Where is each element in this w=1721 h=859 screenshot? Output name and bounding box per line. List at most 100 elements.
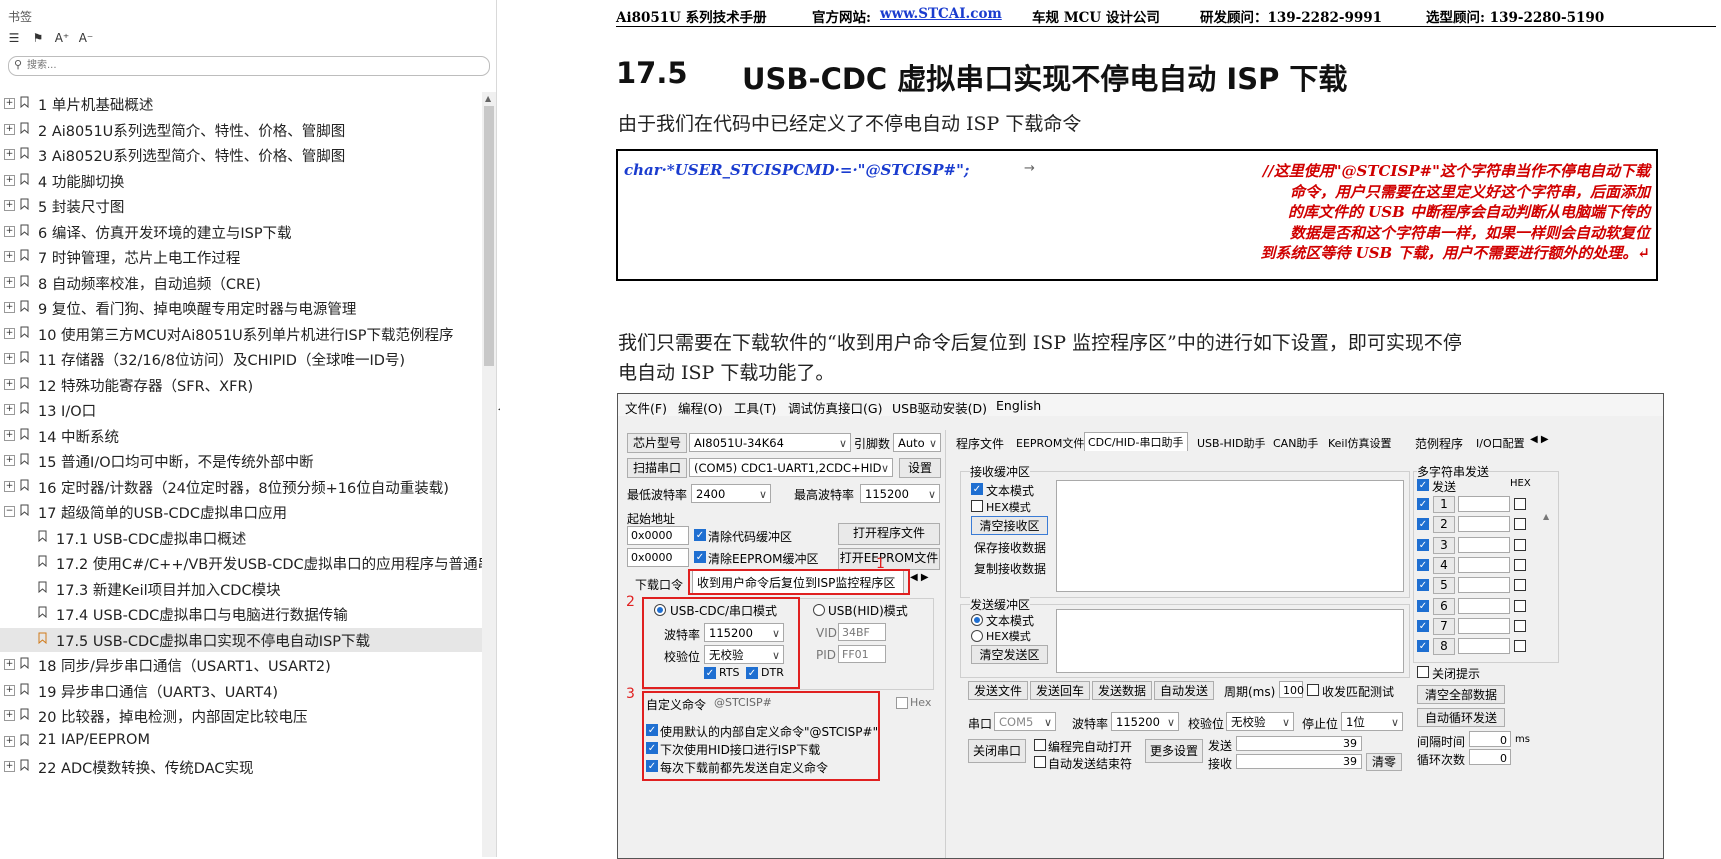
- port-select[interactable]: (COM5) CDC1-UART1,2CDC+HID ∨: [689, 458, 893, 477]
- send-hex-mode-radio[interactable]: [971, 630, 983, 642]
- tab-keil-debug[interactable]: Keil仿真设置: [1328, 435, 1392, 451]
- settings-button[interactable]: 设置: [899, 458, 941, 478]
- bookmark-item[interactable]: +4 功能脚切换: [0, 169, 482, 193]
- expand-icon[interactable]: +: [4, 276, 15, 288]
- copy-receive-button[interactable]: 复制接收数据: [974, 560, 1046, 577]
- receive-textarea[interactable]: [1056, 480, 1404, 592]
- clear-code-checkbox[interactable]: ✓: [694, 529, 706, 541]
- code-addr-input[interactable]: 0x0000: [627, 526, 689, 545]
- expand-icon[interactable]: +: [4, 378, 15, 390]
- expand-icon[interactable]: +: [4, 327, 15, 339]
- bookmark-item[interactable]: +21 IAP/EEPROM: [0, 730, 482, 754]
- expand-icon[interactable]: +: [4, 200, 15, 211]
- send-textarea[interactable]: [1056, 609, 1404, 673]
- bookmark-item[interactable]: +3 Ai8052U系列选型简介、特性、价格、管脚图: [0, 143, 482, 167]
- bookmark-item[interactable]: 17.1 USB-CDC虚拟串口概述: [0, 526, 482, 550]
- multi-send-input[interactable]: [1458, 496, 1510, 512]
- send-cr-button[interactable]: 发送回车: [1030, 681, 1090, 700]
- expand-icon[interactable]: +: [4, 455, 15, 466]
- auto-loop-button[interactable]: 自动循环发送: [1417, 708, 1505, 727]
- tab-io-config[interactable]: I/O口配置: [1476, 435, 1525, 451]
- send-text-mode-radio[interactable]: [971, 614, 983, 626]
- bookmark-item[interactable]: +8 自动频率校准，自动追频（CRE): [0, 271, 482, 295]
- pins-select[interactable]: Auto ∨: [893, 433, 941, 452]
- bookmark-item[interactable]: +5 封装尺寸图: [0, 194, 482, 218]
- recv-text-mode-checkbox[interactable]: ✓: [971, 483, 983, 495]
- open-program-button[interactable]: 打开程序文件: [838, 523, 940, 545]
- bookmark-item-active[interactable]: 17.5 USB-CDC虚拟串口实现不停电自动ISP下载: [0, 627, 482, 652]
- menu-debug[interactable]: 调试仿真接口(G): [788, 398, 882, 417]
- opt-hid-next-checkbox[interactable]: ✓: [646, 742, 658, 754]
- multi-send-checkbox[interactable]: ✓: [1417, 619, 1429, 632]
- bookmark-item[interactable]: − 17 超级简单的USB-CDC虚拟串口应用: [0, 500, 482, 524]
- font-increase-icon[interactable]: A⁺: [54, 30, 70, 46]
- multi-send-hex-checkbox[interactable]: [1514, 518, 1526, 531]
- sidebar-scrollbar[interactable]: ▲: [482, 92, 496, 857]
- expand-icon[interactable]: +: [4, 429, 15, 441]
- bookmark-item[interactable]: +11 存储器（32/16/8位访问）及CHIPID（全球唯一ID号): [0, 347, 482, 371]
- period-input[interactable]: 100: [1279, 681, 1304, 698]
- clear-eeprom-checkbox[interactable]: ✓: [694, 551, 706, 563]
- send-file-button[interactable]: 发送文件: [968, 681, 1028, 700]
- bookmark-item[interactable]: +20 比较器，掉电检测，内部固定比较电压: [0, 704, 482, 728]
- multi-send-row-button[interactable]: 2: [1433, 516, 1455, 534]
- usb-cdc-radio[interactable]: [654, 604, 666, 616]
- baud-select[interactable]: 115200 ∨: [704, 623, 784, 642]
- serial-baud-select[interactable]: 115200 ∨: [1111, 712, 1179, 731]
- header-site-link[interactable]: www.STCAI.com: [880, 6, 1002, 22]
- expand-icon[interactable]: +: [4, 684, 15, 696]
- multi-send-hex-checkbox[interactable]: [1514, 579, 1526, 592]
- multi-send-checkbox[interactable]: ✓: [1417, 599, 1429, 612]
- clear-count-button[interactable]: 清零: [1366, 753, 1402, 771]
- tab-can-assistant[interactable]: CAN助手: [1273, 435, 1318, 451]
- auto-send-button[interactable]: 自动发送: [1154, 681, 1214, 700]
- tab-eeprom-file[interactable]: EEPROM文件: [1016, 435, 1084, 451]
- tab-scroll-arrows-icon[interactable]: ◀ ▶: [1530, 434, 1549, 445]
- bookmark-item[interactable]: +13 I/O口: [0, 398, 482, 422]
- tab-program-file[interactable]: 程序文件: [956, 435, 1004, 452]
- hex-checkbox[interactable]: [896, 697, 908, 709]
- vid-input[interactable]: 34BF: [838, 623, 886, 641]
- multi-send-input[interactable]: [1458, 617, 1510, 634]
- expand-icon[interactable]: +: [4, 353, 15, 364]
- stop-bits-select[interactable]: 1位 ∨: [1341, 712, 1403, 731]
- multi-send-row-button[interactable]: 6: [1433, 597, 1455, 615]
- max-baud-select[interactable]: 115200 ∨: [860, 484, 940, 503]
- menu-english[interactable]: English: [996, 398, 1041, 413]
- expand-icon[interactable]: +: [4, 735, 15, 747]
- multi-send-row-button[interactable]: 1: [1433, 496, 1455, 513]
- close-tip-checkbox[interactable]: [1417, 666, 1429, 678]
- multi-send-checkbox[interactable]: ✓: [1417, 538, 1429, 551]
- tab-scroll-arrows-icon[interactable]: ◀ ▶: [910, 572, 929, 583]
- multi-send-hex-checkbox[interactable]: [1514, 558, 1526, 571]
- multi-send-row-button[interactable]: 4: [1433, 556, 1455, 574]
- multi-send-input[interactable]: [1458, 536, 1510, 553]
- multi-send-input[interactable]: [1458, 516, 1510, 533]
- multi-send-checkbox[interactable]: ✓: [1417, 640, 1429, 653]
- chip-model-select[interactable]: AI8051U-34K64 ∨: [689, 433, 851, 452]
- multi-send-hex-checkbox[interactable]: [1514, 498, 1526, 510]
- tab-usb-hid-assistant[interactable]: USB-HID助手: [1197, 435, 1266, 451]
- bookmark-item[interactable]: 17.2 使用C#/C++/VB开发USB-CDC虚拟串口的应用程序与普通串: [0, 551, 482, 575]
- list-icon[interactable]: ☰: [6, 30, 22, 46]
- recv-hex-mode-checkbox[interactable]: [971, 500, 983, 512]
- rts-checkbox[interactable]: ✓: [704, 667, 716, 679]
- expand-icon[interactable]: +: [4, 149, 15, 160]
- multi-send-input[interactable]: [1458, 556, 1510, 573]
- multi-send-row-button[interactable]: 5: [1433, 577, 1455, 595]
- bookmark-item[interactable]: +15 普通I/O口均可中断，不是传统外部中断: [0, 449, 482, 473]
- multi-send-row-button[interactable]: 3: [1433, 536, 1455, 554]
- expand-icon[interactable]: +: [4, 98, 15, 109]
- multi-send-input[interactable]: [1458, 577, 1510, 594]
- bookmark-item[interactable]: 17.4 USB-CDC虚拟串口与电脑进行数据传输: [0, 602, 482, 626]
- expand-icon[interactable]: +: [4, 225, 15, 237]
- expand-icon[interactable]: +: [4, 659, 15, 670]
- clear-receive-button[interactable]: 清空接收区: [971, 516, 1048, 535]
- multi-send-checkbox[interactable]: ✓: [1417, 498, 1429, 510]
- bookmark-item[interactable]: +12 特殊功能寄存器（SFR、XFR): [0, 373, 482, 397]
- min-baud-select[interactable]: 2400 ∨: [691, 484, 771, 503]
- opt-send-before-checkbox[interactable]: ✓: [646, 760, 658, 772]
- parity-select[interactable]: 无校验 ∨: [704, 645, 784, 664]
- collapse-icon[interactable]: −: [4, 506, 15, 517]
- bookmark-item[interactable]: +6 编译、仿真开发环境的建立与ISP下载: [0, 220, 482, 244]
